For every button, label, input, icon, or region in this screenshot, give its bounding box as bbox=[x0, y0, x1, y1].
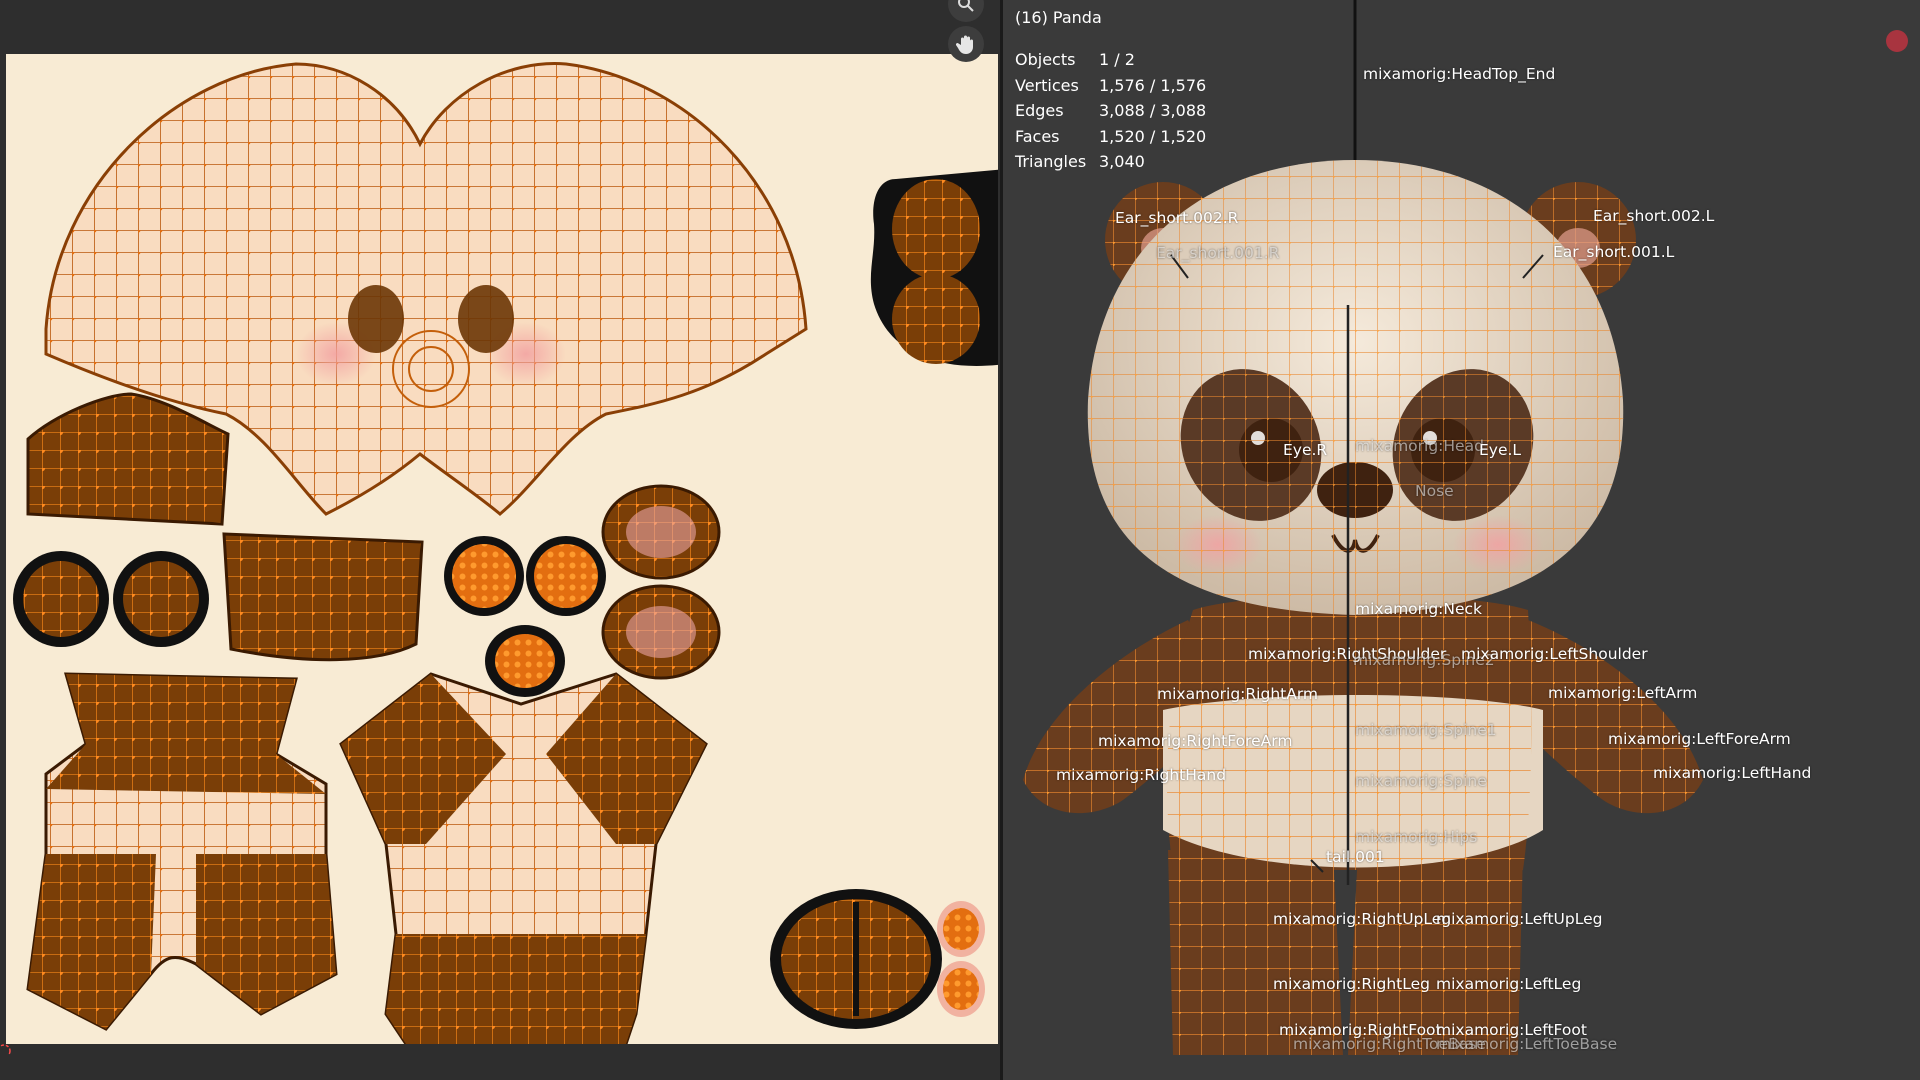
record-dot-icon[interactable] bbox=[1886, 30, 1908, 52]
stat-label: Edges bbox=[1015, 101, 1064, 120]
panda-head bbox=[1087, 160, 1624, 615]
3d-viewport[interactable]: (16) Panda Objects 1 / 2 Vertices 1,576 / … bbox=[1003, 0, 1920, 1080]
zoom-icon[interactable] bbox=[948, 0, 984, 22]
bone-label-right-forearm: mixamorig:RightForeArm bbox=[1098, 732, 1293, 750]
uv-island-arm-upper bbox=[26, 392, 230, 526]
uv-island-ears bbox=[870, 169, 998, 366]
bone-label-eye-l: Eye.L bbox=[1479, 441, 1522, 459]
stat-faces: Faces 1,520 / 1,520 bbox=[1015, 124, 1206, 150]
stat-value: 1 / 2 bbox=[1099, 50, 1135, 69]
bone-label-spine1: mixamorig:Spine1 bbox=[1355, 721, 1497, 739]
bone-label-right-hand: mixamorig:RightHand bbox=[1056, 766, 1227, 784]
stat-value: 1,576 / 1,576 bbox=[1099, 75, 1207, 95]
bone-label-left-arm: mixamorig:LeftArm bbox=[1548, 684, 1698, 702]
bone-label-ear-short-001-r: Ear_short.001.R bbox=[1156, 244, 1280, 262]
stat-label: Triangles bbox=[1015, 152, 1087, 171]
bone-label-left-hand: mixamorig:LeftHand bbox=[1653, 764, 1812, 782]
2d-cursor-icon[interactable] bbox=[0, 1040, 14, 1058]
stat-vertices: Vertices 1,576 / 1,576 bbox=[1015, 73, 1206, 99]
bone-label-right-leg: mixamorig:RightLeg bbox=[1273, 975, 1430, 993]
bone-label-headtop-end: mixamorig:HeadTop_End bbox=[1363, 65, 1556, 83]
bone-label-ear-short-002-r: Ear_short.002.R bbox=[1115, 209, 1239, 227]
stat-objects: Objects 1 / 2 bbox=[1015, 47, 1206, 73]
bone-label-head: mixamorig:Head bbox=[1355, 437, 1484, 455]
bone-label-ear-short-002-l: Ear_short.002.L bbox=[1593, 207, 1715, 225]
bone-label-left-toe-base: mixamorig:LeftToeBase bbox=[1436, 1035, 1618, 1053]
stat-value: 1,520 / 1,520 bbox=[1099, 126, 1207, 146]
stat-value: 3,040 bbox=[1099, 152, 1145, 171]
bone-label-right-up-leg: mixamorig:RightUpLeg bbox=[1273, 910, 1452, 928]
uv-island-feet bbox=[770, 889, 985, 1029]
bone-label-left-leg: mixamorig:LeftLeg bbox=[1436, 975, 1582, 993]
uv-islands bbox=[13, 62, 998, 1044]
stat-label: Objects bbox=[1015, 50, 1076, 69]
bone-label-eye-r: Eye.R bbox=[1283, 441, 1328, 459]
scene-statistics: Objects 1 / 2 Vertices 1,576 / 1,576 Edges… bbox=[1015, 47, 1206, 175]
uv-island-torso bbox=[339, 672, 708, 1044]
bone-label-left-forearm: mixamorig:LeftForeArm bbox=[1608, 730, 1791, 748]
bone-label-tail-001: tail.001 bbox=[1326, 848, 1385, 866]
hand-pan-icon[interactable] bbox=[948, 26, 984, 62]
bone-label-left-shoulder: mixamorig:LeftShoulder bbox=[1461, 645, 1648, 663]
stat-label: Vertices bbox=[1015, 75, 1079, 95]
stat-edges: Edges 3,088 / 3,088 bbox=[1015, 98, 1206, 124]
bone-label-ear-short-001-l: Ear_short.001.L bbox=[1553, 243, 1675, 261]
stat-value: 3,088 / 3,088 bbox=[1099, 101, 1207, 120]
bone-label-neck: mixamorig:Neck bbox=[1355, 600, 1483, 618]
stat-label: Faces bbox=[1015, 126, 1060, 146]
uv-island-tail bbox=[222, 532, 424, 662]
bone-label-spine: mixamorig:Spine bbox=[1355, 772, 1487, 790]
bone-label-nose: Nose bbox=[1415, 482, 1454, 500]
stat-triangles: Triangles 3,040 bbox=[1015, 149, 1206, 175]
uv-island-body-lower bbox=[26, 672, 338, 1031]
uv-editor[interactable] bbox=[0, 0, 1000, 1080]
object-title: (16) Panda bbox=[1015, 8, 1102, 27]
uv-canvas[interactable] bbox=[6, 54, 998, 1044]
bone-label-right-arm: mixamorig:RightArm bbox=[1157, 685, 1319, 703]
bone-label-hips: mixamorig:Hips bbox=[1355, 828, 1478, 846]
bone-label-left-up-leg: mixamorig:LeftUpLeg bbox=[1436, 910, 1603, 928]
